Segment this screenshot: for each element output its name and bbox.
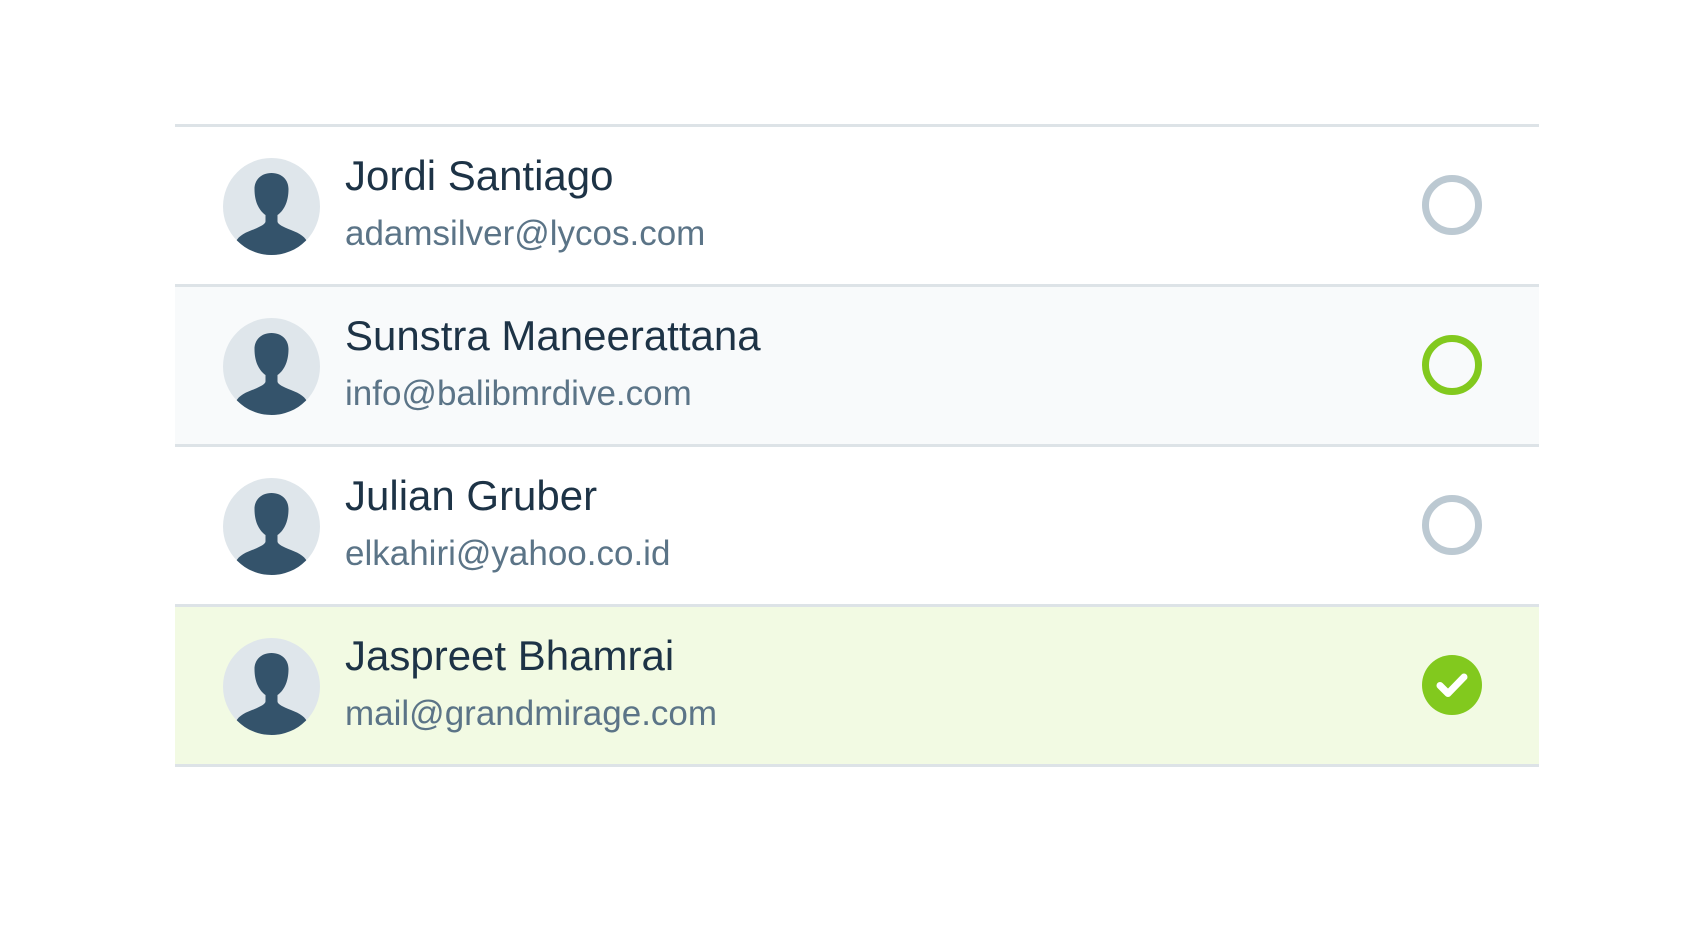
select-radio[interactable] (1422, 335, 1482, 395)
select-radio[interactable] (1422, 175, 1482, 235)
contact-list: Jordi Santiago adamsilver@lycos.com Suns… (175, 124, 1539, 767)
select-radio[interactable] (1422, 495, 1482, 555)
select-radio[interactable] (1422, 655, 1482, 715)
person-silhouette-icon (223, 478, 320, 575)
contact-row[interactable]: Julian Gruber elkahiri@yahoo.co.id (175, 447, 1539, 607)
contact-email: mail@grandmirage.com (345, 694, 718, 733)
contact-name: Jordi Santiago (345, 152, 614, 199)
person-silhouette-icon (223, 318, 320, 415)
checkmark-icon (1436, 673, 1468, 697)
contact-email: elkahiri@yahoo.co.id (345, 534, 671, 573)
contact-name: Julian Gruber (345, 472, 598, 519)
contact-name: Jaspreet Bhamrai (345, 632, 675, 679)
contact-row[interactable]: Sunstra Maneerattana info@balibmrdive.co… (175, 287, 1539, 447)
contact-name: Sunstra Maneerattana (345, 312, 761, 359)
contact-row[interactable]: Jaspreet Bhamrai mail@grandmirage.com (175, 607, 1539, 767)
person-silhouette-icon (223, 638, 320, 735)
contact-email: adamsilver@lycos.com (345, 214, 706, 253)
contact-row[interactable]: Jordi Santiago adamsilver@lycos.com (175, 127, 1539, 287)
contact-email: info@balibmrdive.com (345, 374, 692, 413)
person-silhouette-icon (223, 158, 320, 255)
